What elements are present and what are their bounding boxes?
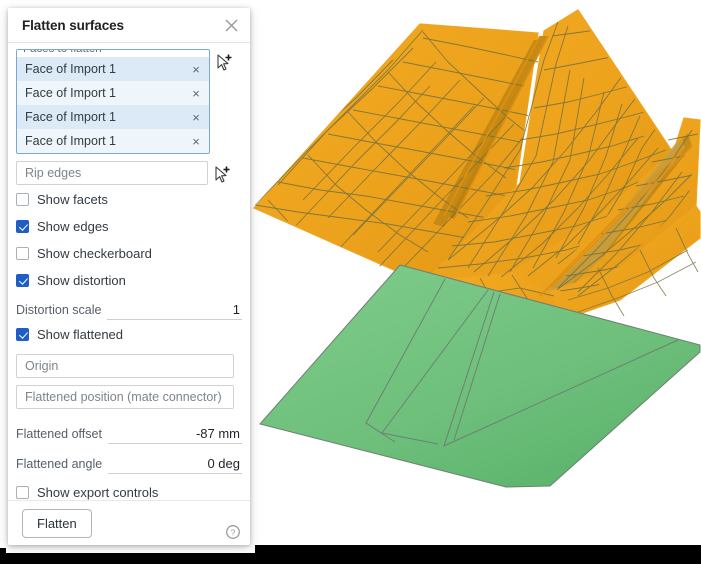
remove-face-icon[interactable]: × xyxy=(189,135,203,148)
distortion-scale-row: Distortion scale 1 xyxy=(16,294,242,320)
checkbox-label: Show distortion xyxy=(37,273,126,288)
letterbox-band-left xyxy=(0,548,6,564)
remove-face-icon[interactable]: × xyxy=(189,111,203,124)
svg-text:?: ? xyxy=(231,527,236,537)
page-title: Flatten surfaces xyxy=(22,17,124,33)
flatten-surfaces-dialog: Flatten surfaces Faces to flatten Face o… xyxy=(8,8,250,545)
face-label: Face of Import 1 xyxy=(25,62,117,76)
checkbox-label: Show flattened xyxy=(37,327,124,342)
flattened-angle-label: Flattened angle xyxy=(16,457,103,471)
origin-row: Origin xyxy=(16,354,242,378)
checkbox-icon[interactable] xyxy=(16,328,29,341)
flattened-offset-input[interactable]: -87 mm xyxy=(107,426,242,444)
rip-edges-row: Rip edges xyxy=(16,161,242,185)
checkbox-icon[interactable] xyxy=(16,193,29,206)
faces-to-flatten-list[interactable]: Faces to flatten Face of Import 1 × Face… xyxy=(16,49,210,154)
checkbox-label: Show facets xyxy=(37,192,108,207)
checkbox-show-export-controls[interactable]: Show export controls xyxy=(16,480,242,500)
remove-face-icon[interactable]: × xyxy=(189,63,203,76)
checkbox-show-flattened[interactable]: Show flattened xyxy=(16,322,242,347)
checkbox-icon[interactable] xyxy=(16,247,29,260)
list-item[interactable]: Face of Import 1 × xyxy=(17,57,209,81)
rip-edges-input[interactable]: Rip edges xyxy=(16,161,208,185)
3d-viewport[interactable] xyxy=(248,0,701,553)
origin-input[interactable]: Origin xyxy=(16,354,234,378)
list-item[interactable]: Face of Import 1 × xyxy=(17,105,209,129)
faces-to-flatten-label: Faces to flatten xyxy=(17,50,209,57)
checkbox-show-facets[interactable]: Show facets xyxy=(16,187,242,212)
checkbox-icon[interactable] xyxy=(16,220,29,233)
checkbox-icon[interactable] xyxy=(16,486,29,499)
remove-face-icon[interactable]: × xyxy=(189,87,203,100)
faces-to-flatten-row: Faces to flatten Face of Import 1 × Face… xyxy=(16,49,242,154)
viewport-scene xyxy=(253,9,701,488)
checkbox-label: Show export controls xyxy=(37,485,159,500)
flattened-angle-input[interactable]: 0 deg xyxy=(108,456,242,474)
help-button[interactable]: ? xyxy=(226,525,240,539)
flattened-position-input[interactable]: Flattened position (mate connector) xyxy=(16,385,234,409)
face-label: Face of Import 1 xyxy=(25,110,117,124)
close-icon xyxy=(225,19,237,31)
distortion-scale-input[interactable]: 1 xyxy=(107,302,242,320)
list-item[interactable]: Face of Import 1 × xyxy=(17,81,209,105)
app-root: Flatten surfaces Faces to flatten Face o… xyxy=(0,0,701,564)
flattened-angle-row: Flattened angle 0 deg xyxy=(16,448,242,474)
flatten-button[interactable]: Flatten xyxy=(22,508,92,538)
checkbox-label: Show edges xyxy=(37,219,109,234)
checkbox-show-distortion[interactable]: Show distortion xyxy=(16,268,242,293)
checkbox-label: Show checkerboard xyxy=(37,246,152,261)
cursor-add-icon xyxy=(217,54,232,71)
rip-edges-picker-button[interactable] xyxy=(213,165,235,185)
flattened-surface-group xyxy=(259,264,701,488)
flattened-position-row: Flattened position (mate connector) xyxy=(16,385,242,409)
flattened-offset-row: Flattened offset -87 mm xyxy=(16,418,242,444)
close-button[interactable] xyxy=(220,14,242,36)
checkbox-show-edges[interactable]: Show edges xyxy=(16,214,242,239)
face-label: Face of Import 1 xyxy=(25,134,117,148)
checkbox-icon[interactable] xyxy=(16,274,29,287)
face-label: Face of Import 1 xyxy=(25,86,117,100)
faces-picker-button[interactable] xyxy=(215,53,237,73)
dialog-header: Flatten surfaces xyxy=(8,8,250,43)
list-item[interactable]: Face of Import 1 × xyxy=(17,129,209,153)
checkbox-show-checkerboard[interactable]: Show checkerboard xyxy=(16,241,242,266)
cursor-add-icon xyxy=(215,166,230,183)
letterbox-band-bottom xyxy=(0,553,701,564)
faces-to-flatten-label-text: Faces to flatten xyxy=(23,50,102,55)
flattened-offset-label: Flattened offset xyxy=(16,427,102,441)
help-icon: ? xyxy=(226,525,240,539)
dialog-footer: Flatten ? xyxy=(8,500,250,545)
dialog-body: Faces to flatten Face of Import 1 × Face… xyxy=(8,43,250,500)
distortion-scale-label: Distortion scale xyxy=(16,303,102,317)
